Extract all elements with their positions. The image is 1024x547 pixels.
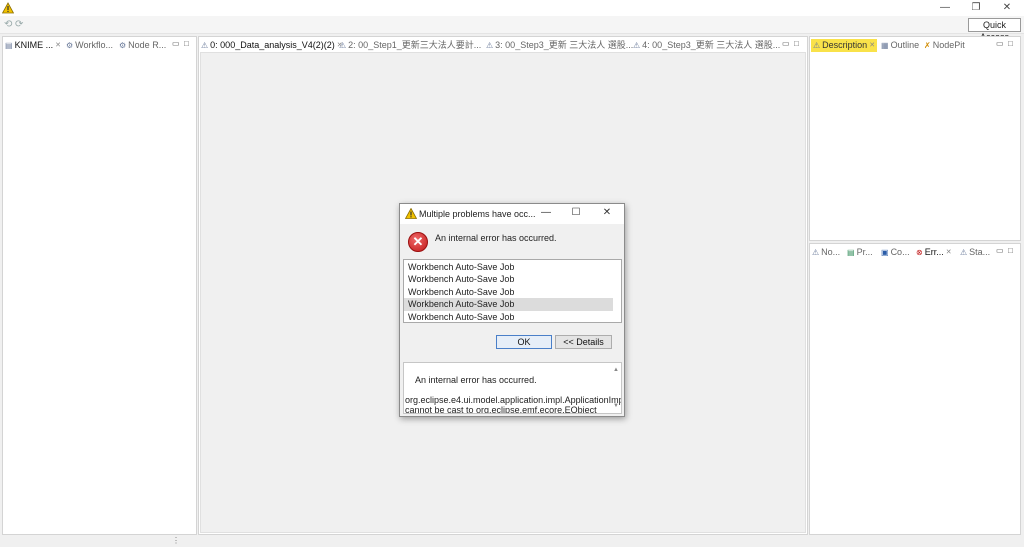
scroll-down-icon[interactable]: ▼ [613, 401, 619, 411]
tab-label: Description [822, 40, 868, 50]
ok-button[interactable]: OK [496, 335, 552, 349]
list-item[interactable]: Workbench Auto-Save Job [404, 311, 621, 322]
panel-maximize-icon[interactable]: □ [1008, 39, 1013, 48]
tab-label: 3: 00_Step3_更新 三大法人 選股... [495, 40, 634, 50]
tab-label: NodePit [932, 40, 965, 50]
window-restore-button[interactable]: ❐ [961, 0, 991, 16]
status-grip-icon: ⋮ [172, 536, 180, 545]
nodepit-icon: ✗ [924, 41, 931, 50]
status-bar: ⋮ [0, 536, 1024, 547]
tab-label: No... [821, 247, 841, 257]
error-icon: ✕ [408, 232, 428, 252]
tab-label: Workflo... [75, 40, 114, 50]
tab-editor-2[interactable]: ⚠ 2: 00_Step1_更新三大法人要計... [339, 39, 481, 52]
right-top-panel: ⚠ Description ✕ ▦ Outline ✗ NodePit ▭ □ [809, 36, 1021, 241]
tab-label: KNIME ... [14, 40, 54, 50]
list-item-selected[interactable]: Workbench Auto-Save Job [404, 298, 613, 311]
list-item[interactable]: Workbench Auto-Save Job [404, 261, 621, 273]
redo-icon[interactable]: ⟳ [15, 19, 23, 30]
dialog-title: Multiple problems have occ... [419, 209, 536, 219]
node-repository-icon: ⚙ [119, 41, 127, 50]
details-text-area[interactable]: An internal error has occurred. org.ecli… [403, 362, 622, 414]
progress-icon: ▤ [847, 248, 855, 257]
panel-minimize-icon[interactable]: ▭ [996, 246, 1004, 255]
right-bottom-panel: ⚠ No... ▤ Pr... ▣ Co... ⊗ Err... ✕ ⚠ Sta… [809, 243, 1021, 535]
list-item[interactable]: Workbench Auto-Save Job [404, 286, 621, 298]
tab-console[interactable]: ▣ Co... [881, 246, 910, 259]
node-monitor-icon: ⚠ [812, 248, 820, 257]
tab-nodepit[interactable]: ✗ NodePit [924, 39, 965, 52]
left-panel-tabbar: ▤ KNIME ... ✕ ⚙ Workflo... ⚙ Node R... ▭… [3, 37, 196, 53]
dialog-close-button[interactable]: ✕ [600, 207, 614, 218]
tab-description[interactable]: ⚠ Description ✕ [811, 39, 878, 52]
tab-node-monitor[interactable]: ⚠ No... [812, 246, 840, 259]
window-minimize-button[interactable]: — [930, 0, 960, 16]
close-icon[interactable]: ✕ [946, 246, 952, 259]
panel-maximize-icon[interactable]: □ [184, 39, 189, 48]
close-icon[interactable]: ✕ [55, 39, 61, 52]
panel-minimize-icon[interactable]: ▭ [172, 39, 180, 48]
tab-progress[interactable]: ▤ Pr... [847, 246, 873, 259]
tab-knime-explorer[interactable]: ▤ KNIME ... ✕ [5, 39, 61, 52]
status-icon: ⚠ [960, 248, 968, 257]
title-bar: — ❐ ✕ [0, 0, 1024, 16]
dialog-maximize-button[interactable]: ☐ [569, 207, 583, 218]
tab-outline[interactable]: ▦ Outline [881, 39, 919, 52]
undo-icon[interactable]: ⟲ [4, 19, 12, 30]
quick-access-field[interactable]: Quick Access [968, 18, 1021, 42]
console-icon: ▣ [881, 248, 889, 257]
details-button[interactable]: << Details [555, 335, 612, 349]
workflow-icon: ⚙ [66, 41, 74, 50]
panel-maximize-icon[interactable]: □ [1008, 246, 1013, 255]
panel-maximize-icon[interactable]: □ [794, 39, 799, 48]
warning-triangle-icon [405, 208, 417, 219]
panel-minimize-icon[interactable]: ▭ [996, 39, 1004, 48]
tab-label: Node R... [128, 40, 167, 50]
tab-label: 4: 00_Step3_更新 三大法人 選股... [642, 40, 781, 50]
tab-error-log[interactable]: ⊗ Err... ✕ [916, 246, 952, 259]
error-message: An internal error has occurred. [435, 233, 557, 243]
left-panel: ▤ KNIME ... ✕ ⚙ Workflo... ⚙ Node R... ▭… [2, 36, 197, 535]
dialog-minimize-button[interactable]: — [539, 207, 553, 218]
main-toolbar: ⟲ ⟳ Quick Access [0, 16, 1024, 42]
right-bottom-tabbar: ⚠ No... ▤ Pr... ▣ Co... ⊗ Err... ✕ ⚠ Sta… [810, 244, 1020, 260]
folder-icon: ▤ [5, 41, 13, 50]
warning-triangle-icon [2, 2, 14, 14]
error-log-icon: ⊗ [916, 248, 923, 257]
tab-status[interactable]: ⚠ Sta... [960, 246, 990, 259]
window-close-button[interactable]: ✕ [992, 0, 1022, 16]
tab-node-repository[interactable]: ⚙ Node R... [119, 39, 166, 52]
editor-tabbar: ⚠ 0: 000_Data_analysis_V4(2)(2) ✕ ⚠ 2: 0… [199, 37, 807, 53]
tab-label: 2: 00_Step1_更新三大法人要計... [348, 40, 482, 50]
tab-editor-0[interactable]: ⚠ 0: 000_Data_analysis_V4(2)(2) ✕ [201, 39, 343, 52]
dialog-title-bar: Multiple problems have occ... — ☐ ✕ [400, 204, 624, 224]
tab-label: Co... [890, 247, 910, 257]
workflow-icon: ⚠ [201, 41, 209, 50]
tab-label: 0: 000_Data_analysis_V4(2)(2) [210, 40, 335, 50]
close-icon[interactable]: ✕ [869, 39, 875, 52]
description-icon: ⚠ [813, 41, 821, 50]
tab-label: Sta... [969, 247, 991, 257]
tab-label: Err... [924, 247, 944, 257]
error-dialog: Multiple problems have occ... — ☐ ✕ ✕ An… [399, 203, 625, 417]
right-top-tabbar: ⚠ Description ✕ ▦ Outline ✗ NodePit ▭ □ [810, 37, 1020, 53]
workflow-icon: ⚠ [486, 41, 494, 50]
tab-editor-4[interactable]: ⚠ 4: 00_Step3_更新 三大法人 選股... [633, 39, 780, 52]
outline-icon: ▦ [881, 41, 889, 50]
workflow-icon: ⚠ [633, 41, 641, 50]
list-item[interactable]: Workbench Auto-Save Job [404, 273, 621, 285]
tab-workflow-coach[interactable]: ⚙ Workflo... [66, 39, 113, 52]
tab-label: Pr... [856, 247, 873, 257]
panel-minimize-icon[interactable]: ▭ [782, 39, 790, 48]
scroll-up-icon[interactable]: ▲ [613, 365, 619, 375]
problem-list[interactable]: Workbench Auto-Save Job Workbench Auto-S… [403, 259, 622, 323]
tab-editor-3[interactable]: ⚠ 3: 00_Step3_更新 三大法人 選股... [486, 39, 633, 52]
tab-label: Outline [890, 40, 920, 50]
details-text: An internal error has occurred. org.ecli… [405, 375, 622, 414]
workflow-icon: ⚠ [339, 41, 347, 50]
